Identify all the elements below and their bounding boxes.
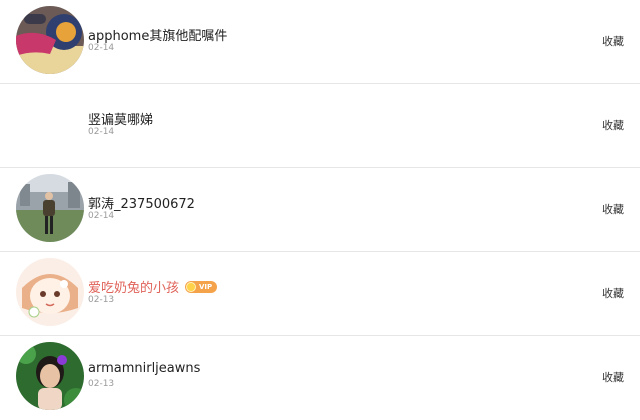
avatar-photo-icon xyxy=(16,174,84,242)
favorite-button[interactable]: 收藏 xyxy=(602,285,624,301)
user-name-line: 郭涛_237500672 xyxy=(88,193,195,212)
avatar[interactable] xyxy=(16,258,84,326)
user-name-line: 竖谝莫哪娣 xyxy=(88,109,153,128)
user-name-line: apphome其旗他配嘱件 xyxy=(88,25,227,44)
vip-label: VIP xyxy=(199,282,213,291)
avatar[interactable] xyxy=(16,174,84,242)
list-item[interactable]: 爱吃奶兔的小孩 VIP 02-13 收藏 xyxy=(0,252,640,336)
user-name[interactable]: armamnirljeawns xyxy=(88,361,200,376)
date-label: 02-13 xyxy=(88,379,115,389)
user-name-line: armamnirljeawns xyxy=(88,361,200,376)
list-item[interactable]: 竖谝莫哪娣 02-14 收藏 xyxy=(0,84,640,168)
date-label: 02-14 xyxy=(88,127,115,137)
avatar-cartoon-icon xyxy=(16,258,84,326)
favorite-button[interactable]: 收藏 xyxy=(602,369,624,385)
list-item[interactable]: 郭涛_237500672 02-14 收藏 xyxy=(0,168,640,252)
list-item[interactable]: apphome其旗他配嘱件 02-14 收藏 xyxy=(0,0,640,84)
favorite-button[interactable]: 收藏 xyxy=(602,33,624,49)
vip-coin-icon xyxy=(186,281,197,292)
user-name[interactable]: 爱吃奶兔的小孩 xyxy=(88,277,179,296)
user-name[interactable]: 郭涛_237500672 xyxy=(88,193,195,212)
favorite-user-list: apphome其旗他配嘱件 02-14 收藏 竖谝莫哪娣 02-14 收藏 郭涛… xyxy=(0,0,640,415)
avatar[interactable] xyxy=(16,342,84,410)
date-label: 02-14 xyxy=(88,211,115,221)
favorite-button[interactable]: 收藏 xyxy=(602,117,624,133)
date-label: 02-13 xyxy=(88,295,115,305)
favorite-button[interactable]: 收藏 xyxy=(602,201,624,217)
list-item[interactable]: armamnirljeawns 02-13 收藏 xyxy=(0,336,640,420)
avatar-photo-icon xyxy=(16,6,84,74)
user-name-line: 爱吃奶兔的小孩 VIP xyxy=(88,277,218,296)
user-name[interactable]: 竖谝莫哪娣 xyxy=(88,109,153,128)
date-label: 02-14 xyxy=(88,43,115,53)
vip-badge: VIP xyxy=(185,280,218,293)
avatar-photo-icon xyxy=(16,342,84,410)
user-name[interactable]: apphome其旗他配嘱件 xyxy=(88,25,227,44)
avatar[interactable] xyxy=(16,6,84,74)
